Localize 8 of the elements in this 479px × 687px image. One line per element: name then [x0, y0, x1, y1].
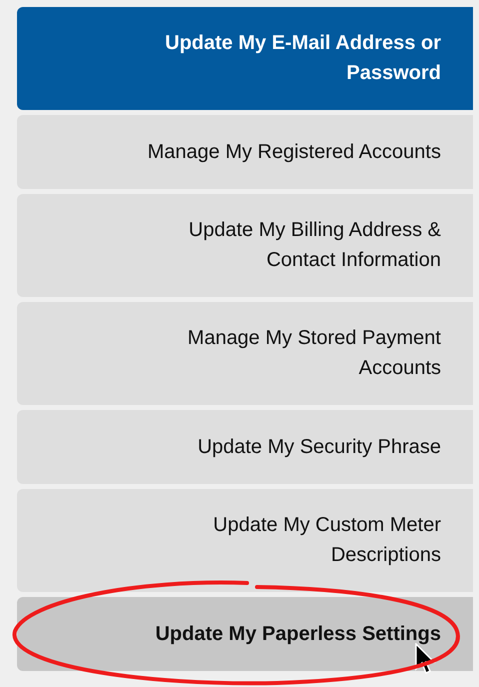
menu-item[interactable]: Manage My Registered Accounts	[17, 115, 473, 189]
menu-item[interactable]: Update My Billing Address & Contact Information	[17, 194, 473, 297]
menu-item[interactable]: Manage My Stored Payment Accounts	[17, 302, 473, 405]
menu-item[interactable]: Update My Security Phrase	[17, 410, 473, 484]
menu-item[interactable]: Update My Paperless Settings	[17, 597, 473, 671]
menu-item[interactable]: Update My E-Mail Address or Password	[17, 7, 473, 110]
mouse-pointer-icon	[415, 643, 437, 675]
menu-item[interactable]: Update My Custom Meter Descriptions	[17, 489, 473, 592]
